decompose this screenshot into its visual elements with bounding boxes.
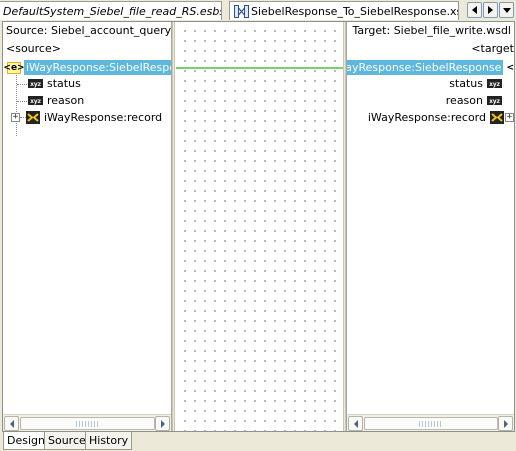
tab-source[interactable]: Source [44,432,90,450]
bottom-tab-strip: Design Source History [0,432,516,451]
scroll-left-button[interactable] [348,416,363,431]
tree-guide [16,70,17,136]
source-node-record[interactable]: + iWayResponse:record [11,109,162,126]
tab-list-button[interactable] [499,2,514,18]
target-node-status[interactable]: status xyz [449,75,502,92]
source-record-label: iWayResponse:record [44,111,163,124]
tab-design[interactable]: Design [3,432,49,450]
xyz-attribute-icon: xyz [487,79,502,88]
element-tag-icon: < [506,62,514,73]
source-root[interactable]: <source> [6,40,61,57]
tab-design-label: Design [7,434,45,447]
tab-esbsvc-file[interactable]: DefaultSystem_Siebel_file_read_RS.esbsvc [0,1,222,20]
target-node-reason[interactable]: reason xyz [446,92,502,109]
scroll-left-button[interactable] [4,416,19,431]
tab-scroll-right-button[interactable] [483,2,498,18]
source-root-label: <source> [6,42,61,55]
source-pane: Source: Siebel_account_query_in <source>… [3,22,172,431]
xsl-map-icon [234,4,249,18]
xyz-attribute-icon: xyz [487,96,502,105]
arrow-left-icon [9,419,14,428]
tab-label: DefaultSystem_Siebel_file_read_RS.esbsvc [3,4,222,18]
tree-guide [20,117,26,118]
arrow-down-icon [502,8,511,13]
tab-history-label: History [89,434,129,447]
target-status-label: status [449,77,483,90]
mapping-lines [176,67,343,69]
xyz-attribute-icon: xyz [28,96,43,105]
target-node-siebelresponse[interactable]: iWayResponse:SiebelResponse < [347,59,514,76]
xyz-attribute-icon: xyz [28,79,43,88]
left-splitter[interactable] [172,22,175,431]
arrow-right-icon [160,419,165,428]
scroll-thumb[interactable] [20,417,155,430]
tab-scroll-left-button[interactable] [467,2,482,18]
arrow-left-icon [353,419,358,428]
target-horizontal-scrollbar[interactable] [347,414,514,431]
tab-history[interactable]: History [85,432,133,450]
arrow-right-icon [503,419,508,428]
source-node-status[interactable]: xyz status [28,75,81,92]
arrow-right-icon [488,6,493,14]
target-reason-label: reason [445,94,483,107]
target-root-label: <target [471,42,514,55]
editor-tab-strip: DefaultSystem_Siebel_file_read_RS.esbsvc… [0,0,516,20]
expand-toggle-icon[interactable]: + [11,113,20,122]
target-selected-label: iWayResponse:SiebelResponse [347,60,504,75]
expand-toggle-icon[interactable]: + [505,113,514,122]
source-horizontal-scrollbar[interactable] [3,414,171,431]
tree-guide [17,101,27,102]
target-root[interactable]: <target [471,40,514,57]
arrow-left-icon [472,6,477,14]
element-icon [26,111,40,124]
scroll-right-button[interactable] [155,416,170,431]
target-header: Target: Siebel_file_write.wsdl [352,24,511,37]
grip-icon [75,420,100,427]
mapping-canvas[interactable] [176,22,343,431]
element-tag-icon: <e> [3,61,25,74]
source-node-siebelresponse[interactable]: <e> iWayResponse:SiebelResponse [3,59,171,76]
tab-source-label: Source [48,434,86,447]
source-node-reason[interactable]: xyz reason [28,92,84,109]
source-selected-label: iWayResponse:SiebelResponse [24,60,171,75]
source-status-label: status [47,77,81,90]
xsl-mapper: Source: Siebel_account_query_in <source>… [2,21,515,432]
grip-icon [419,420,443,427]
source-header: Source: Siebel_account_query_in [6,24,172,37]
tab-navigation [467,2,514,18]
tab-xsl-file[interactable]: SiebelResponse_To_SiebelResponse.xsl [229,1,459,20]
scroll-thumb[interactable] [364,417,498,430]
target-record-label: iWayResponse:record [367,111,486,124]
tab-label: SiebelResponse_To_SiebelResponse.xsl [251,4,459,18]
target-pane: Target: Siebel_file_write.wsdl <target i… [346,22,514,431]
source-reason-label: reason [47,94,85,107]
element-icon [490,111,504,124]
scroll-right-button[interactable] [498,416,513,431]
target-node-record[interactable]: iWayResponse:record + [368,109,514,126]
tree-guide [17,84,27,85]
